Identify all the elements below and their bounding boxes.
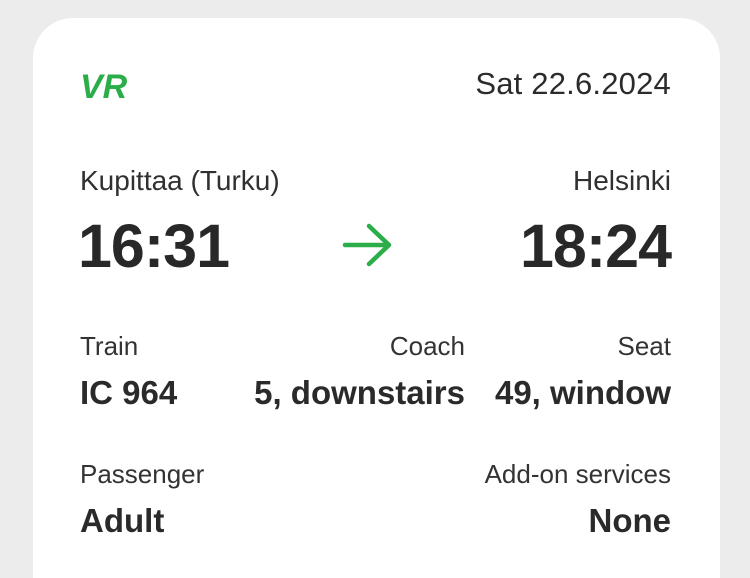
train-number: IC 964 [80, 374, 178, 411]
seat-number: 49, window [494, 374, 671, 411]
arrival-time: 18:24 [519, 212, 672, 280]
vr-logo: VR [80, 70, 128, 100]
passenger-label: Passenger [80, 459, 205, 489]
coach-number: 5, downstairs [254, 374, 465, 411]
train-label: Train [80, 331, 139, 361]
travel-date: Sat 22.6.2024 [475, 66, 671, 101]
addon-services-value: None [588, 502, 672, 539]
arrow-right-icon [342, 223, 392, 267]
departure-station: Kupittaa (Turku) [80, 165, 280, 196]
arrival-station: Helsinki [572, 165, 671, 196]
coach-label: Coach [389, 331, 465, 361]
addon-services-label: Add-on services [484, 459, 671, 489]
departure-time: 16:31 [78, 212, 230, 280]
ticket-card: VR Sat 22.6.2024 Kupittaa (Turku) Helsin… [33, 18, 720, 578]
svg-text:VR: VR [80, 70, 128, 100]
passenger-type: Adult [80, 502, 165, 539]
seat-label: Seat [617, 331, 672, 361]
